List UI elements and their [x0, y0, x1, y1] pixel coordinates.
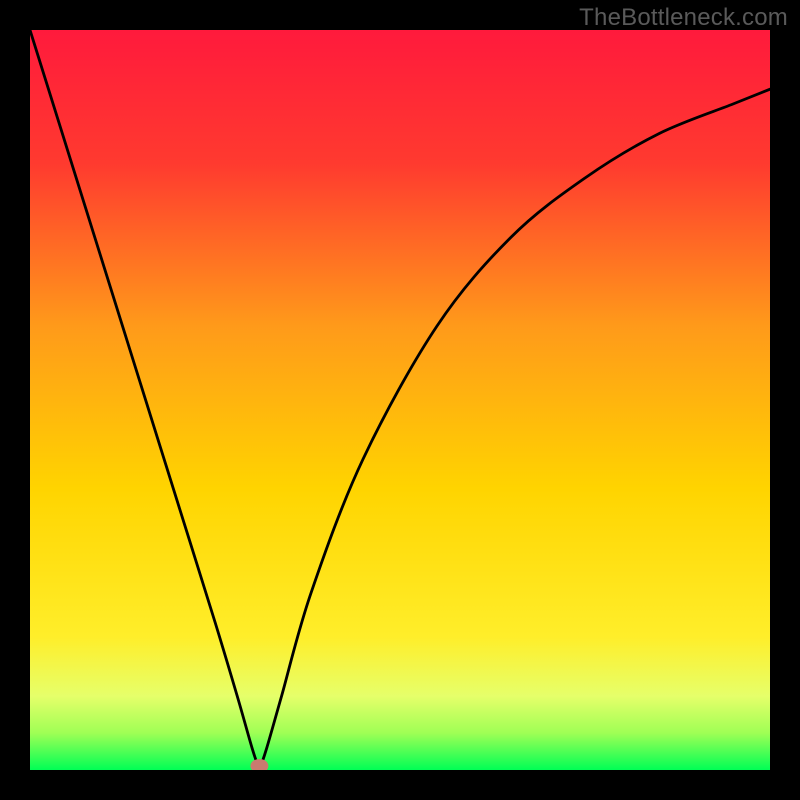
bottleneck-chart [30, 30, 770, 770]
chart-frame: TheBottleneck.com [0, 0, 800, 800]
watermark-text: TheBottleneck.com [579, 4, 788, 32]
plot-area [30, 30, 770, 770]
gradient-background [30, 30, 770, 770]
